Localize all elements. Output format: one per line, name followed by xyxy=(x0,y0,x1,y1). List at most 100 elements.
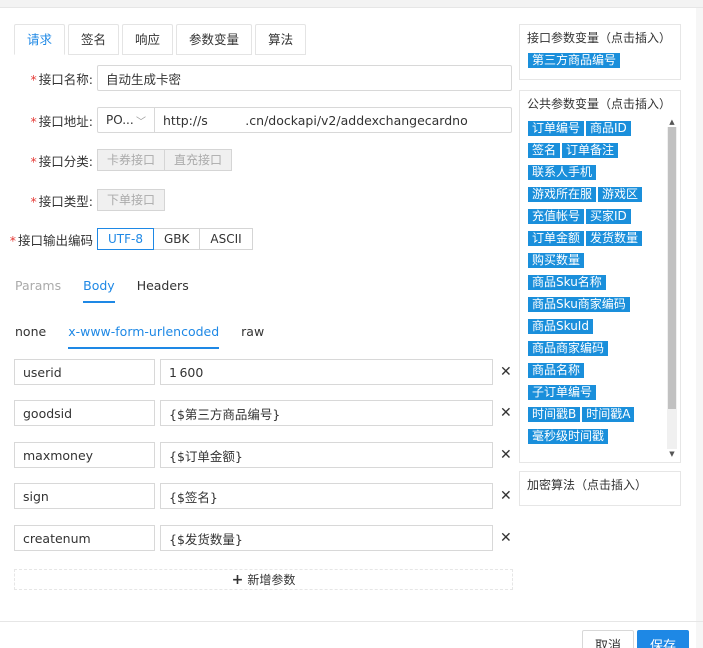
close-icon[interactable]: ✕ xyxy=(500,405,512,421)
param-key-input[interactable]: maxmoney xyxy=(14,442,155,468)
var-tag[interactable]: 发货数量 xyxy=(586,231,643,246)
dialog-right-edge xyxy=(696,8,703,648)
tab-param-vars[interactable]: 参数变量 xyxy=(176,24,253,55)
category-group: 卡券接口 直充接口 xyxy=(97,149,233,171)
var-tag[interactable]: 订单金额 xyxy=(528,231,585,246)
subtab-params[interactable]: Params xyxy=(15,278,61,303)
param-key-input[interactable]: sign xyxy=(14,483,155,509)
tab-sign[interactable]: 签名 xyxy=(68,24,120,55)
name-label: * 接口名称: xyxy=(30,71,93,87)
body-type-urlencoded[interactable]: x-www-form-urlencoded xyxy=(68,324,220,349)
var-tag-row: 订单金额 发货数量 xyxy=(528,228,668,250)
encrypt-title: 加密算法（点击插入） xyxy=(527,478,648,492)
var-tag[interactable]: 商品名称 xyxy=(528,363,585,378)
close-icon[interactable]: ✕ xyxy=(500,364,512,380)
encoding-ascii-button[interactable]: ASCII xyxy=(200,228,253,250)
param-value-input[interactable]: {$订单金额} xyxy=(160,442,493,468)
interface-vars-panel: 接口参数变量（点击插入） 第三方商品编号 xyxy=(519,24,681,80)
param-value-input[interactable]: {$发货数量} xyxy=(160,525,493,551)
param-key-input[interactable]: goodsid xyxy=(14,400,155,426)
var-tag[interactable]: 购买数量 xyxy=(528,253,585,268)
var-tag[interactable]: 商品Sku商家编码 xyxy=(528,297,630,312)
var-tag[interactable]: 毫秒级时间戳 xyxy=(528,429,609,444)
param-row: userid 1 600 ✕ xyxy=(14,359,512,385)
var-tag-row: 子订单编号 xyxy=(528,382,668,404)
subtab-headers[interactable]: Headers xyxy=(137,278,189,303)
var-tag-row: 订单编号 商品ID xyxy=(528,118,668,140)
param-value-input[interactable]: {$签名} xyxy=(160,483,493,509)
body-type-tabs: none x-www-form-urlencoded raw xyxy=(15,324,264,349)
var-tag-row: 毫秒级时间戳 xyxy=(528,426,668,448)
param-key-input[interactable]: userid xyxy=(14,359,155,385)
var-tag-row: 商品SkuId xyxy=(528,316,668,338)
var-tag-row: 联系人手机 xyxy=(528,162,668,184)
chevron-down-icon: ﹀ xyxy=(136,116,146,128)
var-tag-row: 商品商家编码 xyxy=(528,338,668,360)
close-icon[interactable]: ✕ xyxy=(500,447,512,463)
param-row: createnum {$发货数量} ✕ xyxy=(14,525,512,551)
method-select[interactable]: PO... ﹀ xyxy=(97,107,155,133)
var-tag-row: 商品名称 xyxy=(528,360,668,382)
footer-divider xyxy=(0,621,703,622)
save-button[interactable]: 保存 xyxy=(637,630,690,648)
var-tag[interactable]: 时间戳B xyxy=(528,407,581,422)
tab-response[interactable]: 响应 xyxy=(122,24,174,55)
category-direct-button[interactable]: 直充接口 xyxy=(165,149,233,171)
var-tag[interactable]: 商品Sku名称 xyxy=(528,275,606,290)
method-value: PO... xyxy=(106,113,134,127)
var-tag[interactable]: 充值帐号 xyxy=(528,209,585,224)
config-tabs: 请求 签名 响应 参数变量 算法 xyxy=(14,24,309,55)
interface-vars-tags: 第三方商品编号 xyxy=(520,50,668,71)
encoding-group: UTF-8 GBK ASCII xyxy=(97,228,253,250)
param-value-input[interactable]: {$第三方商品编号} xyxy=(160,400,493,426)
url-input[interactable]: http://s .cn/dockapi/v2/addexchangecardn… xyxy=(155,107,512,133)
close-icon[interactable]: ✕ xyxy=(500,488,512,504)
var-tag-row: 购买数量 xyxy=(528,250,668,272)
public-vars-scrollbar[interactable]: ▲ ▼ xyxy=(667,117,677,459)
var-tag-row: 商品Sku商家编码 xyxy=(528,294,668,316)
encrypt-panel: 加密算法（点击插入） xyxy=(519,471,681,506)
encoding-utf8-button[interactable]: UTF-8 xyxy=(97,228,154,250)
cancel-button[interactable]: 取消 xyxy=(582,630,635,648)
add-param-button[interactable]: + 新增参数 xyxy=(14,569,513,590)
encoding-row: * 接口输出编码 UTF-8 GBK ASCII xyxy=(0,228,253,250)
var-tag[interactable]: 商品SkuId xyxy=(528,319,593,334)
encoding-gbk-button[interactable]: GBK xyxy=(153,228,201,250)
var-tag[interactable]: 商品ID xyxy=(586,121,631,136)
param-key-input[interactable]: createnum xyxy=(14,525,155,551)
var-tag[interactable]: 第三方商品编号 xyxy=(528,53,621,68)
scroll-up-icon[interactable]: ▲ xyxy=(667,117,677,127)
var-tag[interactable]: 买家ID xyxy=(586,209,631,224)
public-vars-list[interactable]: 订单编号 商品ID 签名 订单备注 联系人手机 游戏所在服 游戏区 充值帐号 买家ID 订单金额发… xyxy=(520,116,680,449)
scroll-thumb[interactable] xyxy=(668,127,676,409)
tab-request[interactable]: 请求 xyxy=(14,24,66,55)
scroll-down-icon[interactable]: ▼ xyxy=(667,449,677,459)
close-icon[interactable]: ✕ xyxy=(500,530,512,546)
var-tag[interactable]: 订单编号 xyxy=(528,121,585,136)
var-tag[interactable]: 商品商家编码 xyxy=(528,341,609,356)
tab-algorithm[interactable]: 算法 xyxy=(255,24,307,55)
add-param-label: 新增参数 xyxy=(247,573,296,587)
var-tag[interactable]: 联系人手机 xyxy=(528,165,597,180)
var-tag[interactable]: 订单备注 xyxy=(562,143,619,158)
param-value-input[interactable]: 1 600 xyxy=(160,359,493,385)
category-row: * 接口分类: 卡券接口 直充接口 xyxy=(0,149,233,171)
var-tag[interactable]: 时间戳A xyxy=(582,407,635,422)
type-order-button[interactable]: 下单接口 xyxy=(97,189,166,211)
body-type-none[interactable]: none xyxy=(15,324,46,349)
name-input[interactable]: 自动生成卡密 xyxy=(97,65,512,91)
param-row: sign {$签名} ✕ xyxy=(14,483,512,509)
category-card-button[interactable]: 卡券接口 xyxy=(97,149,166,171)
var-tag[interactable]: 签名 xyxy=(528,143,561,158)
body-type-raw[interactable]: raw xyxy=(241,324,264,349)
param-row: maxmoney {$订单金额} ✕ xyxy=(14,442,512,468)
var-tag[interactable]: 游戏区 xyxy=(598,187,643,202)
var-tag-row: 游戏所在服 游戏区 xyxy=(528,184,668,206)
var-tag-row: 时间戳B 时间戳A xyxy=(528,404,668,426)
interface-vars-title: 接口参数变量（点击插入） xyxy=(527,31,672,45)
var-tag[interactable]: 子订单编号 xyxy=(528,385,597,400)
subtab-body[interactable]: Body xyxy=(83,278,115,303)
public-vars-panel: 公共参数变量（点击插入） 订单编号 商品ID 签名 订单备注 联系人手机 游戏所在服 游戏区… xyxy=(519,90,681,463)
var-tag[interactable]: 游戏所在服 xyxy=(528,187,597,202)
type-label: * 接口类型: xyxy=(30,193,93,209)
